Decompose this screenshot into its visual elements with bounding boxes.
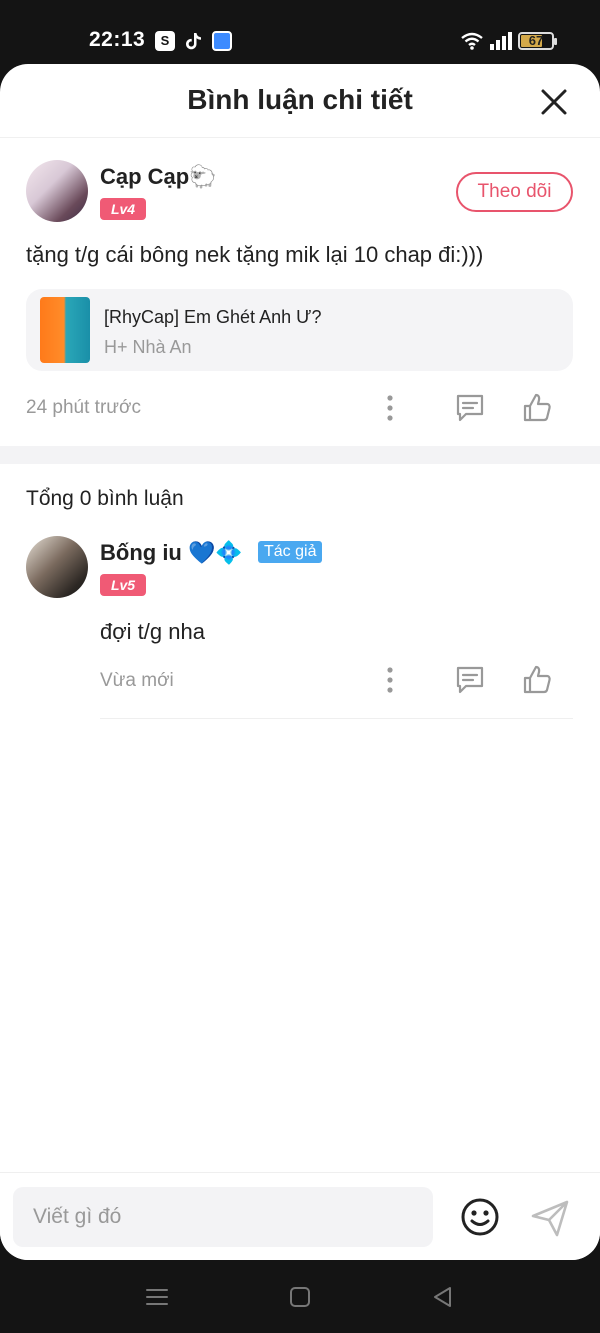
tiktok-icon (186, 33, 201, 50)
status-indicators: 67 (460, 30, 557, 52)
level-badge: Lv5 (100, 574, 146, 596)
like-icon[interactable] (521, 392, 553, 424)
section-divider (0, 446, 600, 464)
comment-input[interactable]: Viết gì đó (13, 1187, 433, 1247)
back-icon[interactable] (430, 1284, 456, 1310)
comment-input-bar: Viết gì đó (0, 1172, 600, 1260)
sheet-title: Bình luận chi tiết (187, 84, 413, 115)
sheet-header: Bình luận chi tiết (0, 64, 600, 138)
comment-username[interactable]: Cạp Cạp🐑 (100, 164, 217, 190)
status-time: 22:13 (89, 28, 146, 51)
reply-icon[interactable] (454, 664, 486, 696)
more-options-icon[interactable] (374, 392, 406, 424)
comment-text: tặng t/g cái bông nek tặng mik lại 10 ch… (26, 242, 484, 267)
reply-icon[interactable] (454, 392, 486, 424)
reply-text: đợi t/g nha (100, 619, 205, 644)
author-tag: Tác giả (258, 541, 323, 563)
signal-icon (490, 32, 512, 50)
status-bar: 22:13 67 (0, 0, 600, 66)
level-badge: Lv4 (100, 198, 146, 220)
story-title: [RhyCap] Em Ghét Anh Ư? (104, 307, 322, 327)
navigation-bar (0, 1262, 600, 1333)
story-thumbnail (40, 297, 90, 363)
emoji-icon[interactable] (460, 1197, 500, 1237)
send-icon[interactable] (530, 1198, 570, 1238)
shop-icon (155, 31, 175, 51)
story-author: H+ Nhà An (104, 337, 192, 357)
reply-username[interactable]: Bống iu 💙💠 (100, 540, 243, 566)
story-reference-card[interactable]: [RhyCap] Em Ghét Anh Ư? H+ Nhà An (26, 289, 573, 371)
menu-icon[interactable] (144, 1284, 170, 1310)
battery-percent: 67 (528, 33, 544, 48)
more-options-icon[interactable] (374, 664, 406, 696)
battery-icon: 67 (518, 32, 557, 50)
reply-time: Vừa mới (100, 670, 174, 691)
comment-time: 24 phút trước (26, 397, 141, 418)
comment-detail-sheet: Bình luận chi tiết Cạp Cạp🐑 Lv4 Theo dõi… (0, 64, 600, 1260)
wifi-icon (461, 32, 483, 50)
like-icon[interactable] (521, 664, 553, 696)
reply-separator (100, 718, 573, 719)
follow-button[interactable]: Theo dõi (456, 172, 573, 212)
avatar[interactable] (26, 536, 88, 598)
blue-app-icon (212, 31, 232, 51)
home-icon[interactable] (287, 1284, 313, 1310)
close-icon[interactable] (540, 88, 568, 116)
reply-count: Tổng 0 bình luận (26, 487, 184, 510)
avatar[interactable] (26, 160, 88, 222)
